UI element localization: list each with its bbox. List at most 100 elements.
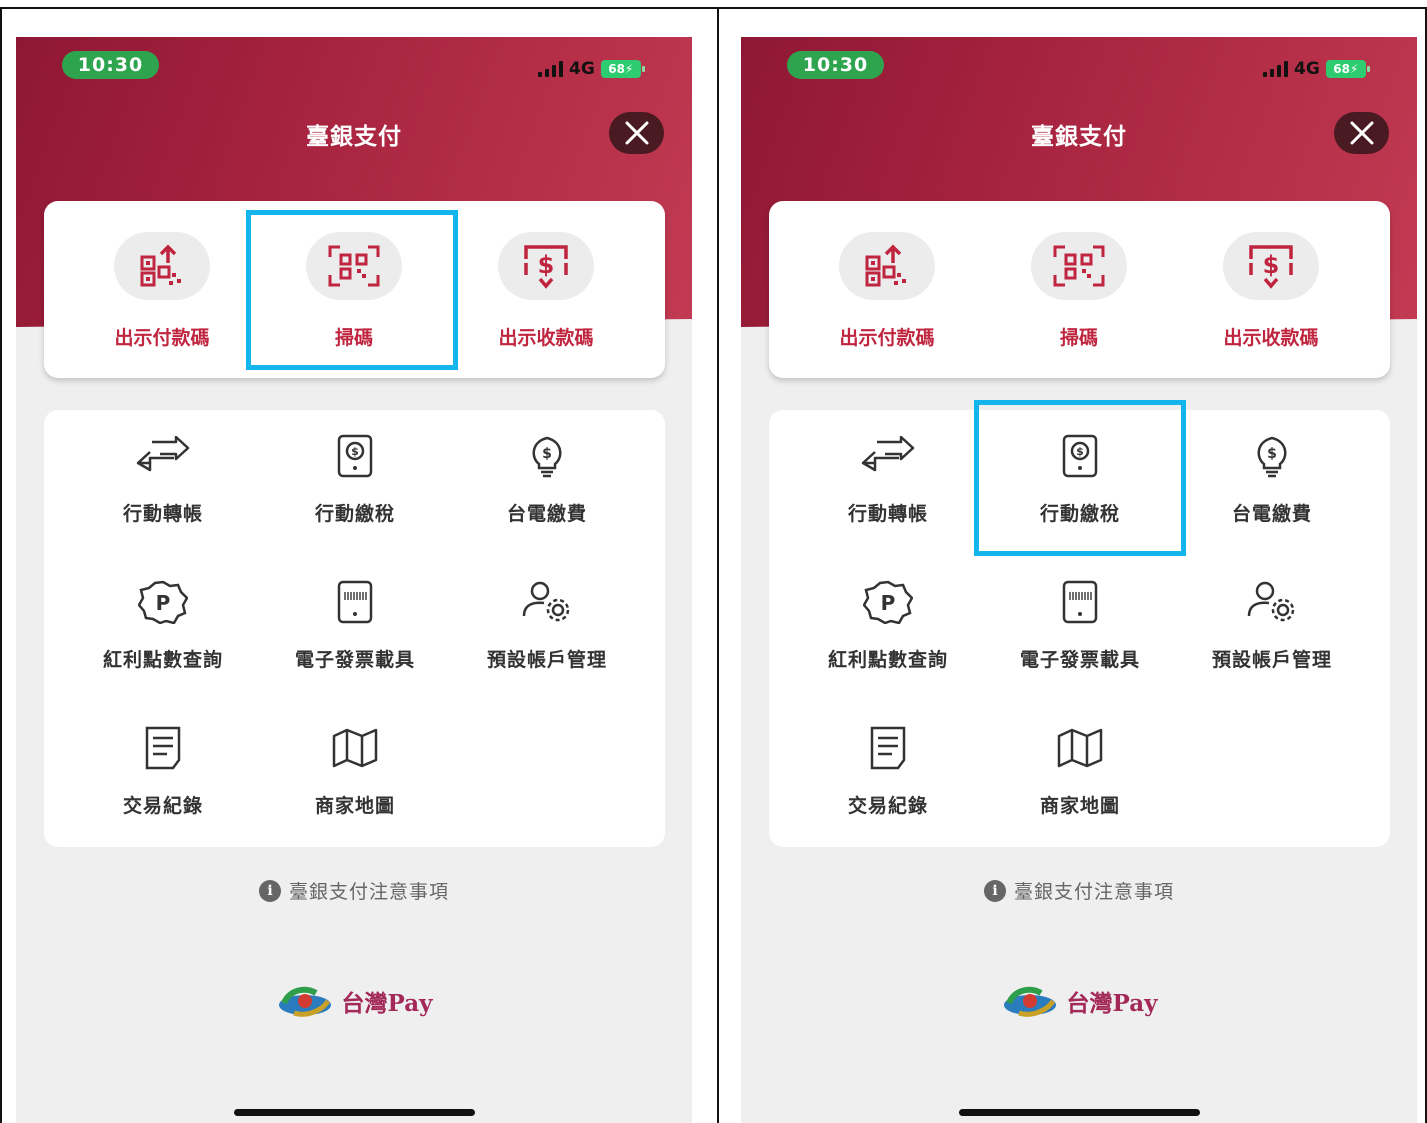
user-gear-icon <box>520 578 574 626</box>
service-transaction-history[interactable]: 交易紀錄 <box>66 702 260 822</box>
taiwan-pay-logo: 台灣Pay <box>741 983 1417 1019</box>
brand-text: 台灣Pay <box>1066 990 1158 1017</box>
close-button[interactable] <box>609 112 664 154</box>
service-label: 預設帳戶管理 <box>486 649 607 671</box>
tax-phone-icon: $ <box>328 432 382 480</box>
service-label: 行動繳稅 <box>314 503 395 525</box>
highlight-box <box>246 210 458 370</box>
signal-icon <box>1263 61 1288 77</box>
home-indicator[interactable] <box>959 1109 1200 1116</box>
quick-icon-circle <box>114 232 210 300</box>
quick-action-label: 出示收款碼 <box>1223 327 1319 349</box>
battery-level: 68 <box>1333 62 1350 76</box>
user-gear-icon <box>1245 578 1299 626</box>
status-time: 10:30 <box>62 51 159 79</box>
close-button[interactable] <box>1334 112 1389 154</box>
qr-upload-icon <box>140 244 181 287</box>
status-indicators: 4G 68 ⚡ <box>538 59 645 79</box>
status-indicators: 4G 68 ⚡ <box>1263 59 1370 79</box>
show-payment-code-button[interactable]: 出示付款碼 <box>791 201 983 378</box>
close-icon <box>1350 121 1373 145</box>
barcode-phone-icon <box>1053 578 1107 626</box>
service-bonus-points[interactable]: P 紅利點數查詢 <box>791 556 985 676</box>
taiwan-pay-emblem-icon <box>278 986 331 1017</box>
show-payment-code-button[interactable]: 出示付款碼 <box>66 201 258 378</box>
page-title: 臺銀支付 <box>1031 124 1127 150</box>
service-mobile-transfer[interactable]: 行動轉帳 <box>791 410 985 530</box>
service-label: 預設帳戶管理 <box>1211 649 1332 671</box>
svg-text:$: $ <box>1267 446 1277 462</box>
service-e-invoice-carrier[interactable]: 電子發票載具 <box>258 556 452 676</box>
service-default-account[interactable]: 預設帳戶管理 <box>450 556 644 676</box>
quick-icon-circle: $ <box>1223 232 1319 300</box>
service-mobile-transfer[interactable]: 行動轉帳 <box>66 410 260 530</box>
service-e-invoice-carrier[interactable]: 電子發票載具 <box>983 556 1177 676</box>
dollar-receive-icon: $ <box>524 245 568 289</box>
service-label: 商家地圖 <box>314 795 395 817</box>
svg-text:P: P <box>881 591 896 615</box>
quick-action-label: 出示付款碼 <box>114 327 210 349</box>
service-merchant-map[interactable]: 商家地圖 <box>258 702 452 822</box>
service-transaction-history[interactable]: 交易紀錄 <box>791 702 985 822</box>
points-badge-icon: P <box>861 578 915 626</box>
phone-screen-left: 10:30 4G 68 ⚡ 臺銀支付 出示付款碼 掃碼 $ 出示收款碼 行動轉帳… <box>16 37 692 1123</box>
service-mobile-tax[interactable]: $ 行動繳稅 <box>258 410 452 530</box>
status-time: 10:30 <box>787 51 884 79</box>
frame-border-top <box>0 7 1427 9</box>
service-label: 商家地圖 <box>1039 795 1120 817</box>
scan-code-button[interactable]: 掃碼 <box>983 201 1175 378</box>
receipt-icon <box>861 724 915 772</box>
show-receive-code-button[interactable]: $ 出示收款碼 <box>450 201 642 378</box>
page-title: 臺銀支付 <box>306 124 402 150</box>
service-merchant-map[interactable]: 商家地圖 <box>983 702 1177 822</box>
svg-text:P: P <box>156 591 171 615</box>
service-label: 台電繳費 <box>506 503 587 525</box>
close-icon <box>625 121 648 145</box>
info-icon: i <box>983 879 1006 902</box>
battery-icon: 68 ⚡ <box>600 60 645 78</box>
info-icon: i <box>258 879 281 902</box>
battery-level: 68 <box>608 62 625 76</box>
service-default-account[interactable]: 預設帳戶管理 <box>1175 556 1369 676</box>
transfer-arrows-icon <box>861 432 915 480</box>
svg-text:$: $ <box>538 251 555 279</box>
services-card: 行動轉帳 $ 行動繳稅 $ 台電繳費 P 紅利點數查詢 電子發票載具 預設帳戶管… <box>44 410 665 847</box>
taiwan-pay-emblem-icon <box>1003 986 1056 1017</box>
service-label: 行動轉帳 <box>847 503 928 525</box>
frame-divider <box>717 7 719 1123</box>
lightbulb-dollar-icon: $ <box>1245 432 1299 480</box>
map-icon <box>328 724 382 772</box>
service-taipower-bill[interactable]: $ 台電繳費 <box>1175 410 1369 530</box>
notice-link[interactable]: i 臺銀支付注意事項 <box>741 877 1417 904</box>
service-label: 交易紀錄 <box>122 795 203 817</box>
barcode-phone-icon <box>328 578 382 626</box>
service-label: 交易紀錄 <box>847 795 928 817</box>
quick-icon-circle <box>1031 232 1127 300</box>
highlight-box <box>974 400 1186 556</box>
brand-text: 台灣Pay <box>341 990 433 1017</box>
map-icon <box>1053 724 1107 772</box>
quick-icon-circle <box>839 232 935 300</box>
qr-scan-icon <box>1053 245 1105 287</box>
frame-border-left <box>0 7 2 1123</box>
notice-text: 臺銀支付注意事項 <box>1013 881 1174 903</box>
transfer-arrows-icon <box>136 432 190 480</box>
service-label: 電子發票載具 <box>294 649 415 671</box>
receipt-icon <box>136 724 190 772</box>
svg-text:$: $ <box>542 446 552 462</box>
battery-icon: 68 ⚡ <box>1325 60 1370 78</box>
home-indicator[interactable] <box>234 1109 475 1116</box>
service-taipower-bill[interactable]: $ 台電繳費 <box>450 410 644 530</box>
notice-link[interactable]: i 臺銀支付注意事項 <box>16 877 692 904</box>
svg-text:$: $ <box>351 445 359 458</box>
quick-action-label: 出示付款碼 <box>839 327 935 349</box>
quick-action-label: 掃碼 <box>1059 327 1098 349</box>
notice-text: 臺銀支付注意事項 <box>288 881 449 903</box>
service-label: 紅利點數查詢 <box>102 649 223 671</box>
phone-screen-right: 10:30 4G 68 ⚡ 臺銀支付 出示付款碼 掃碼 $ 出示收款碼 行動轉帳… <box>741 37 1417 1123</box>
quick-actions-card: 出示付款碼 掃碼 $ 出示收款碼 <box>769 201 1390 378</box>
show-receive-code-button[interactable]: $ 出示收款碼 <box>1175 201 1367 378</box>
service-label: 紅利點數查詢 <box>827 649 948 671</box>
qr-upload-icon <box>865 244 906 287</box>
service-bonus-points[interactable]: P 紅利點數查詢 <box>66 556 260 676</box>
